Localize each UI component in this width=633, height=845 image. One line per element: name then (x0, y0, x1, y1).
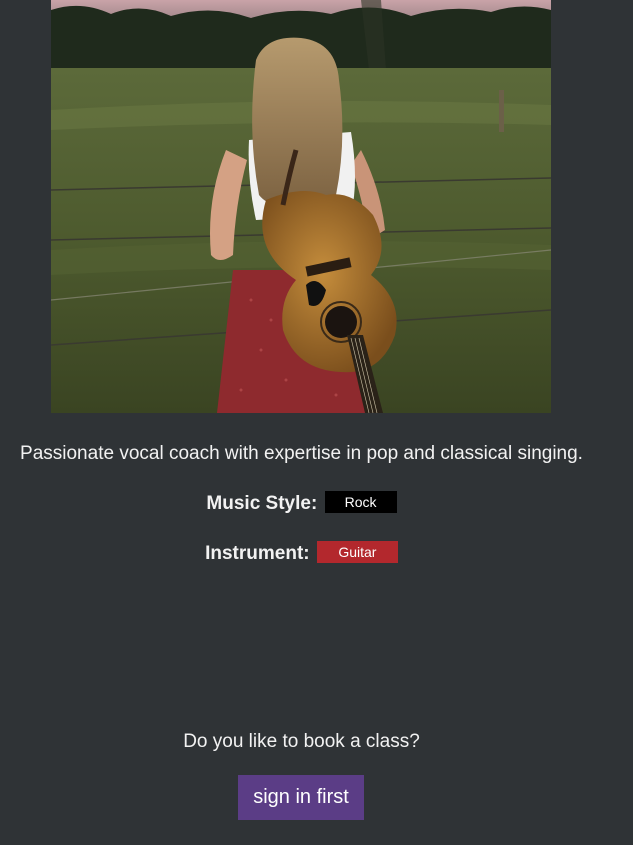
instrument-tag: Guitar (316, 540, 398, 563)
sign-in-button[interactable]: sign in first (238, 775, 364, 820)
teacher-photo (51, 0, 551, 413)
booking-prompt: Do you like to book a class? (183, 731, 420, 752)
instrument-row: Instrument: Guitar (0, 540, 603, 566)
music-style-label: Music Style: (206, 493, 318, 514)
teacher-profile-page: Passionate vocal coach with expertise in… (0, 0, 633, 845)
instrument-label: Instrument: (205, 543, 310, 564)
music-style-tag: Rock (324, 490, 397, 513)
teacher-bio: Passionate vocal coach with expertise in… (20, 443, 583, 464)
music-style-row: Music Style: Rock (0, 490, 603, 516)
